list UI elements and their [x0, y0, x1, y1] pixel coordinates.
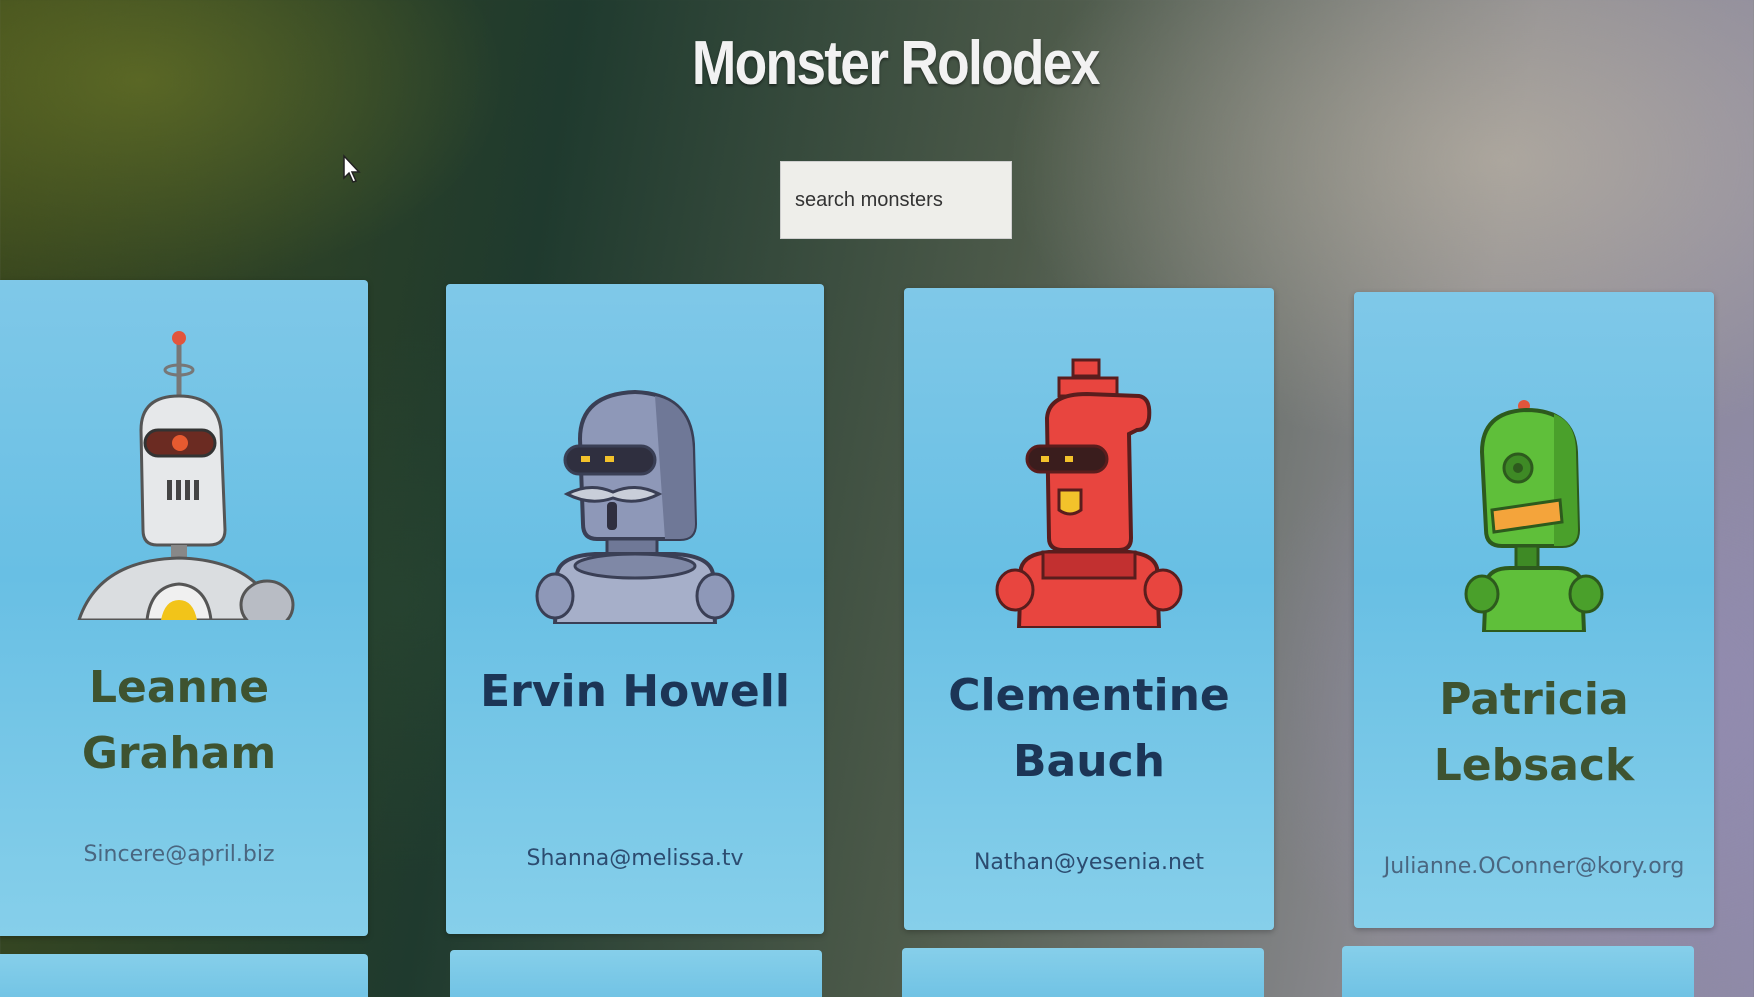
- monster-card[interactable]: Patricia Lebsack Julianne.OConner@kory.o…: [1354, 292, 1714, 928]
- monster-card-partial[interactable]: [1342, 946, 1694, 997]
- robot-avatar-image: [77, 331, 295, 620]
- monster-email: Nathan@yesenia.net: [973, 850, 1205, 875]
- robot-avatar-image: [995, 358, 1183, 628]
- monster-email: Julianne.OConner@kory.org: [1383, 854, 1685, 879]
- robot-avatar-image: [1464, 400, 1604, 632]
- monster-name: Clementine Bauch: [948, 670, 1230, 787]
- monster-card[interactable]: Ervin Howell Shanna@melissa.tv: [446, 284, 824, 934]
- monster-card-partial[interactable]: [450, 950, 822, 997]
- monster-name: Ervin Howell: [480, 666, 790, 717]
- robot-avatar-image: [535, 389, 735, 624]
- monster-card-partial[interactable]: [0, 954, 368, 997]
- page-title: Monster Rolodex: [691, 29, 1100, 98]
- monster-card[interactable]: Leanne Graham Sincere@april.biz: [0, 280, 368, 936]
- monster-email: Shanna@melissa.tv: [526, 846, 744, 871]
- monster-card[interactable]: Clementine Bauch Nathan@yesenia.net: [904, 288, 1274, 930]
- monster-name: Patricia Lebsack: [1433, 674, 1635, 791]
- mouse-cursor-icon: [343, 154, 361, 183]
- monster-card-partial[interactable]: [902, 948, 1264, 997]
- monster-name: Leanne Graham: [81, 662, 277, 779]
- monster-email: Sincere@april.biz: [83, 842, 275, 867]
- search-input[interactable]: [780, 161, 1012, 239]
